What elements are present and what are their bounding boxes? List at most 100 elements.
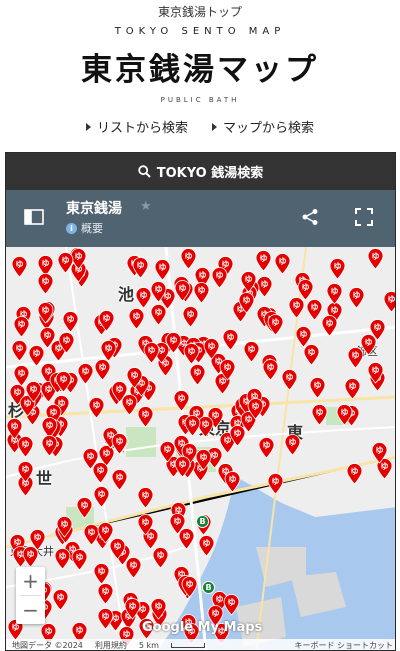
keyboard-shortcuts-link[interactable]: キーボード ショートカット xyxy=(294,640,393,650)
sento-pin-icon[interactable]: ゆ xyxy=(62,310,79,333)
sento-pin-icon[interactable]: ゆ xyxy=(274,252,291,275)
sento-pin-icon[interactable]: ゆ xyxy=(56,516,73,538)
sento-pin-icon[interactable]: ゆ xyxy=(17,461,34,483)
sento-pin-icon[interactable]: ゆ xyxy=(284,434,301,456)
sento-pin-icon[interactable]: ゆ xyxy=(150,281,167,303)
fullscreen-icon[interactable] xyxy=(355,208,373,226)
sento-pin-icon[interactable]: ゆ xyxy=(311,403,328,426)
sento-pin-icon[interactable]: ゆ xyxy=(11,256,28,278)
map-search-link[interactable]: マップから検索 xyxy=(212,117,314,136)
sento-pin-icon[interactable]: ゆ xyxy=(137,514,154,537)
sento-pin-icon[interactable]: ゆ xyxy=(223,594,240,616)
share-icon[interactable] xyxy=(301,208,319,226)
sento-pin-icon[interactable]: ゆ xyxy=(52,588,69,611)
sento-pin-icon[interactable]: ゆ xyxy=(97,583,114,605)
sento-pin-icon[interactable]: ゆ xyxy=(258,436,275,459)
sento-pin-icon[interactable]: ゆ xyxy=(71,549,88,572)
sento-pin-icon[interactable]: ゆ xyxy=(11,340,28,362)
sento-pin-icon[interactable]: ゆ xyxy=(371,442,388,465)
sento-pin-icon[interactable]: ゆ xyxy=(281,368,298,391)
sento-pin-icon[interactable]: ゆ xyxy=(88,396,105,419)
sento-pin-icon[interactable]: ゆ xyxy=(180,248,197,270)
list-search-link[interactable]: リストから検索 xyxy=(85,117,188,136)
sento-pin-icon[interactable]: ゆ xyxy=(125,557,142,580)
sento-pin-icon[interactable]: ゆ xyxy=(174,279,191,302)
sento-pin-icon[interactable]: ゆ xyxy=(297,278,314,301)
sento-pin-icon[interactable]: ゆ xyxy=(181,576,198,598)
sento-pin-icon[interactable]: ゆ xyxy=(295,326,312,348)
sento-pin-icon[interactable]: ゆ xyxy=(346,463,363,485)
sento-pin-icon[interactable]: ゆ xyxy=(321,314,338,337)
sento-pin-icon[interactable]: ゆ xyxy=(198,535,215,557)
sento-pin-icon[interactable]: ゆ xyxy=(17,436,34,458)
sento-pin-icon[interactable]: ゆ xyxy=(55,370,72,393)
sento-pin-icon[interactable]: ゆ xyxy=(326,282,343,305)
top-link[interactable]: 東京銭湯トップ xyxy=(0,3,400,20)
sento-pin-icon[interactable]: ゆ xyxy=(111,432,128,455)
sento-pin-icon[interactable]: ゆ xyxy=(211,267,228,289)
sento-pin-icon[interactable]: ゆ xyxy=(238,292,255,314)
sento-pin-icon[interactable]: ゆ xyxy=(128,307,145,330)
sento-pin-icon[interactable]: ゆ xyxy=(124,597,141,620)
sento-pin-icon[interactable]: ゆ xyxy=(174,455,191,478)
search-bar[interactable]: TOKYO 銭湯検索 xyxy=(6,153,395,190)
sento-pin-icon[interactable]: ゆ xyxy=(367,247,384,270)
sento-pin-icon[interactable]: ゆ xyxy=(267,473,284,495)
sento-pin-icon[interactable]: ゆ xyxy=(169,513,186,535)
sento-pin-icon[interactable]: ゆ xyxy=(37,301,54,324)
sento-pin-icon[interactable]: ゆ xyxy=(243,341,260,363)
sento-pin-icon[interactable]: ゆ xyxy=(37,273,54,295)
sento-pin-icon[interactable]: ゆ xyxy=(137,486,154,509)
sento-pin-icon[interactable]: ゆ xyxy=(222,329,239,351)
sento-pin-icon[interactable]: ゆ xyxy=(100,339,117,362)
sento-pin-icon[interactable]: ゆ xyxy=(267,314,284,336)
sento-pin-icon[interactable]: ゆ xyxy=(111,469,128,492)
sento-pin-icon[interactable]: ゆ xyxy=(77,362,94,385)
sento-pin-icon[interactable]: ゆ xyxy=(193,282,210,304)
sento-pin-icon[interactable]: ゆ xyxy=(97,607,114,630)
sento-pin-icon[interactable]: ゆ xyxy=(336,404,353,426)
sento-pin-icon[interactable]: ゆ xyxy=(240,271,257,293)
sento-pin-icon[interactable]: ゆ xyxy=(132,257,149,280)
sento-pin-icon[interactable]: ゆ xyxy=(189,364,206,386)
sento-pin-icon[interactable]: ゆ xyxy=(41,435,58,457)
sento-pin-icon[interactable]: ゆ xyxy=(76,497,93,519)
sento-pin-icon[interactable]: ゆ xyxy=(93,562,110,585)
sento-pin-icon[interactable]: ゆ xyxy=(92,462,109,484)
terms-link[interactable]: 利用規約 xyxy=(95,640,127,650)
map-canvas[interactable]: 東急大井 東京 港区 渋谷 杉 世 東 区 池 飾区 ゆゆゆゆゆゆゆゆゆゆゆゆゆ… xyxy=(6,247,395,650)
sento-pin-icon[interactable]: ゆ xyxy=(329,258,346,280)
sento-pin-icon[interactable]: ゆ xyxy=(224,471,241,493)
sento-pin-icon[interactable]: ゆ xyxy=(98,310,115,332)
sento-pin-icon[interactable]: ゆ xyxy=(183,342,200,365)
site-logo[interactable]: 東京銭湯マップ xyxy=(0,44,400,89)
sento-pin-icon[interactable]: ゆ xyxy=(154,259,171,281)
sento-pin-icon[interactable]: ゆ xyxy=(150,597,167,620)
sento-pin-icon[interactable]: ゆ xyxy=(150,303,167,326)
sento-pin-icon[interactable]: ゆ xyxy=(97,521,114,544)
sento-pin-icon[interactable]: ゆ xyxy=(57,252,74,274)
side-panel-icon[interactable] xyxy=(24,209,44,225)
overview-link[interactable]: i 概要 xyxy=(66,220,103,236)
sento-pin-icon[interactable]: ゆ xyxy=(121,393,138,416)
sento-pin-icon[interactable]: ゆ xyxy=(13,316,30,339)
sento-pin-icon[interactable]: ゆ xyxy=(360,334,377,356)
sento-pin-icon[interactable]: ゆ xyxy=(54,548,71,571)
zoom-out-button[interactable]: − xyxy=(16,596,45,624)
sento-pin-icon[interactable]: ゆ xyxy=(203,337,220,360)
sento-pin-icon[interactable]: ゆ xyxy=(219,359,236,381)
sento-pin-icon[interactable]: ゆ xyxy=(348,287,365,309)
sento-pin-icon[interactable]: ゆ xyxy=(58,332,75,354)
sento-pin-icon[interactable]: ゆ xyxy=(159,440,176,463)
sento-pin-icon[interactable]: ゆ xyxy=(28,344,45,367)
sento-pin-icon[interactable]: ゆ xyxy=(182,306,199,329)
sento-pin-icon[interactable]: ゆ xyxy=(255,250,272,272)
sento-pin-icon[interactable]: ゆ xyxy=(344,378,361,400)
sento-pin-icon[interactable]: ゆ xyxy=(184,414,201,437)
sento-pin-icon[interactable]: ゆ xyxy=(22,546,39,568)
sento-pin-icon[interactable]: ゆ xyxy=(309,376,326,399)
sento-pin-icon[interactable]: ゆ xyxy=(262,359,279,382)
sento-pin-icon[interactable]: ゆ xyxy=(126,366,143,389)
sento-pin-icon[interactable]: ゆ xyxy=(383,290,395,313)
sento-pin-icon[interactable]: ゆ xyxy=(137,405,154,428)
